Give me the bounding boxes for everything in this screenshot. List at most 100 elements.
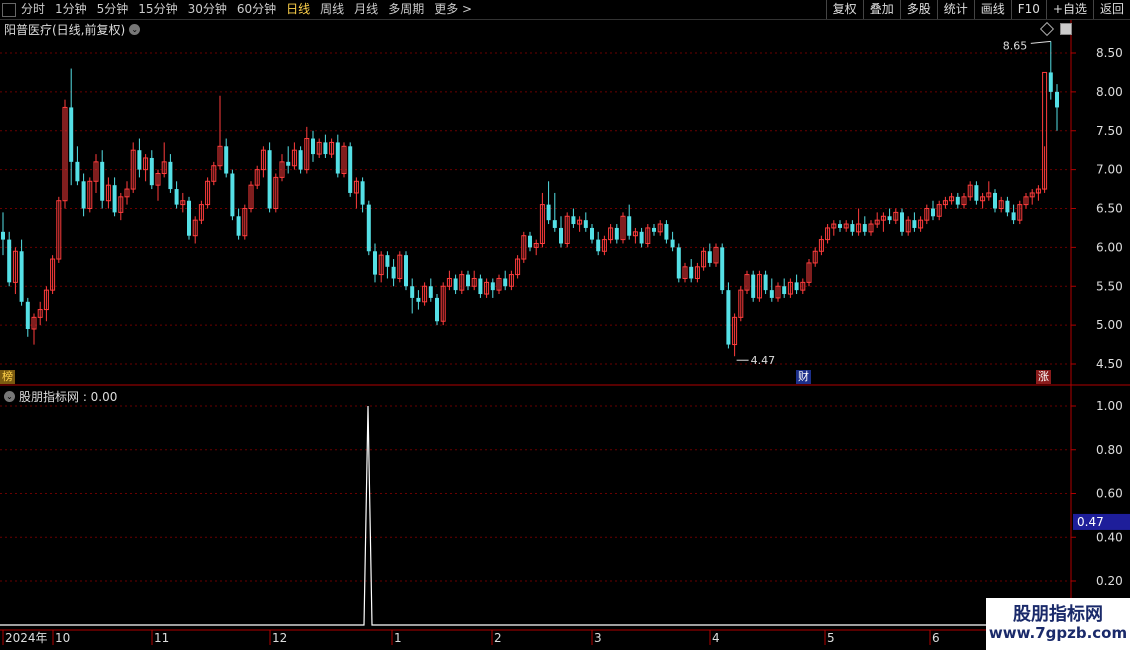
watermark-line2: www.7gpzb.com — [988, 624, 1128, 642]
candle-body — [993, 192, 997, 209]
candle-body — [435, 297, 439, 322]
stock-title: 阳普医疗(日线,前复权) — [4, 23, 126, 37]
low-label: 4.47 — [751, 354, 776, 367]
date-tick-label: 2024年 — [5, 631, 48, 645]
price-tick-label: 8.00 — [1096, 85, 1123, 99]
watermark: 股朋指标网 www.7gpzb.com — [986, 598, 1130, 650]
candle-body — [286, 161, 291, 166]
candle-body — [1005, 200, 1010, 213]
date-tick-label: 3 — [594, 631, 602, 645]
candle-body — [528, 235, 532, 248]
date-tick-label: 1 — [394, 631, 402, 645]
badge-zhang[interactable]: 涨 — [1036, 370, 1051, 384]
price-tick-label: 6.00 — [1096, 240, 1123, 254]
candle-body — [81, 181, 86, 209]
candle-body — [782, 286, 787, 295]
high-pointer — [1030, 40, 1051, 44]
candle-body — [323, 142, 328, 155]
date-tick-label: 2 — [494, 631, 502, 645]
candle-body — [887, 216, 892, 221]
date-tick-label: 5 — [827, 631, 835, 645]
price-tick-label: 7.50 — [1096, 124, 1123, 138]
chart-canvas[interactable]: 8.50 8.00 7.50 7.00 6.50 6.00 5.50 5.00 4.50 8.65… — [0, 0, 1130, 650]
chevron-down-icon[interactable]: ⌄ — [129, 24, 141, 35]
price-tick-label: 7.00 — [1096, 163, 1123, 177]
candle-body — [19, 251, 24, 302]
candle-body — [590, 227, 594, 240]
candle-body — [726, 290, 731, 345]
candle-body — [298, 150, 303, 170]
candle-body — [149, 157, 154, 186]
candle-body — [794, 282, 799, 291]
candle-body — [751, 274, 756, 298]
indicator-title: 股朋指标网 : 0.00 — [19, 390, 118, 404]
candle-body — [652, 227, 656, 232]
candle-body — [391, 266, 396, 279]
candle-body — [25, 301, 30, 330]
candle-body — [1, 231, 5, 240]
candle-body — [236, 216, 241, 236]
candle-body — [1048, 72, 1053, 92]
candle-body — [583, 220, 588, 228]
date-tick-label: 12 — [272, 631, 287, 645]
candle-body — [689, 266, 694, 279]
candle-body — [416, 297, 421, 302]
indicator-tick-label: 0.40 — [1096, 530, 1123, 544]
toggle-panel-icon[interactable] — [1060, 23, 1072, 35]
candle-body — [373, 251, 377, 275]
candle-body — [7, 239, 12, 283]
indicator-tick-label: 0.60 — [1096, 487, 1123, 501]
candle-body — [490, 282, 495, 291]
candle-body — [552, 220, 557, 228]
candle-body — [224, 146, 229, 174]
candle-body — [410, 286, 415, 298]
candle-body — [596, 239, 601, 252]
indicator-tick-label: 1.00 — [1096, 399, 1123, 413]
candle-body — [428, 286, 433, 298]
candle-body — [955, 196, 960, 205]
candle-body — [187, 200, 191, 236]
candle-body — [627, 216, 632, 236]
candle-body — [670, 239, 675, 248]
candle-body — [850, 224, 855, 232]
price-tick-label: 8.50 — [1096, 46, 1123, 60]
candle-body — [311, 138, 315, 155]
candle-body — [707, 251, 712, 263]
candle-body — [335, 142, 340, 174]
candle-body — [639, 231, 644, 244]
candle-body — [720, 247, 725, 291]
candle-body — [676, 247, 681, 279]
candle-body — [769, 290, 774, 298]
watermark-line1: 股朋指标网 — [1013, 604, 1103, 625]
candle-body — [466, 274, 470, 287]
chevron-down-icon[interactable]: ⌄ — [4, 391, 15, 402]
indicator-tick-label: 0.20 — [1096, 574, 1123, 588]
date-tick-label: 4 — [712, 631, 720, 645]
candle-body — [912, 220, 917, 228]
candle-body — [348, 146, 353, 193]
candle-body — [112, 185, 117, 213]
candle-body — [571, 216, 576, 225]
price-tick-label: 6.50 — [1096, 202, 1123, 216]
candle-body — [862, 224, 867, 232]
candle-body — [230, 173, 235, 217]
candle-body — [137, 150, 142, 170]
high-label: 8.65 — [1003, 39, 1028, 52]
candle-body — [75, 161, 80, 182]
candle-body — [478, 278, 483, 295]
diamond-icon[interactable] — [1039, 21, 1055, 37]
candle-body — [546, 204, 551, 221]
candle-body — [100, 161, 105, 201]
candle-body — [559, 227, 563, 244]
candle-body — [385, 255, 390, 267]
candle-body — [664, 224, 669, 240]
candle-body — [503, 278, 508, 287]
candle-body — [404, 255, 408, 287]
candle-body — [366, 204, 371, 252]
indicator-series-line — [0, 405, 1071, 626]
price-tick-label: 5.50 — [1096, 279, 1123, 293]
candle-body — [763, 274, 768, 291]
date-tick-label: 10 — [55, 631, 70, 645]
badge-bang[interactable]: 榜 — [0, 370, 15, 384]
badge-cai[interactable]: 财 — [796, 370, 811, 384]
